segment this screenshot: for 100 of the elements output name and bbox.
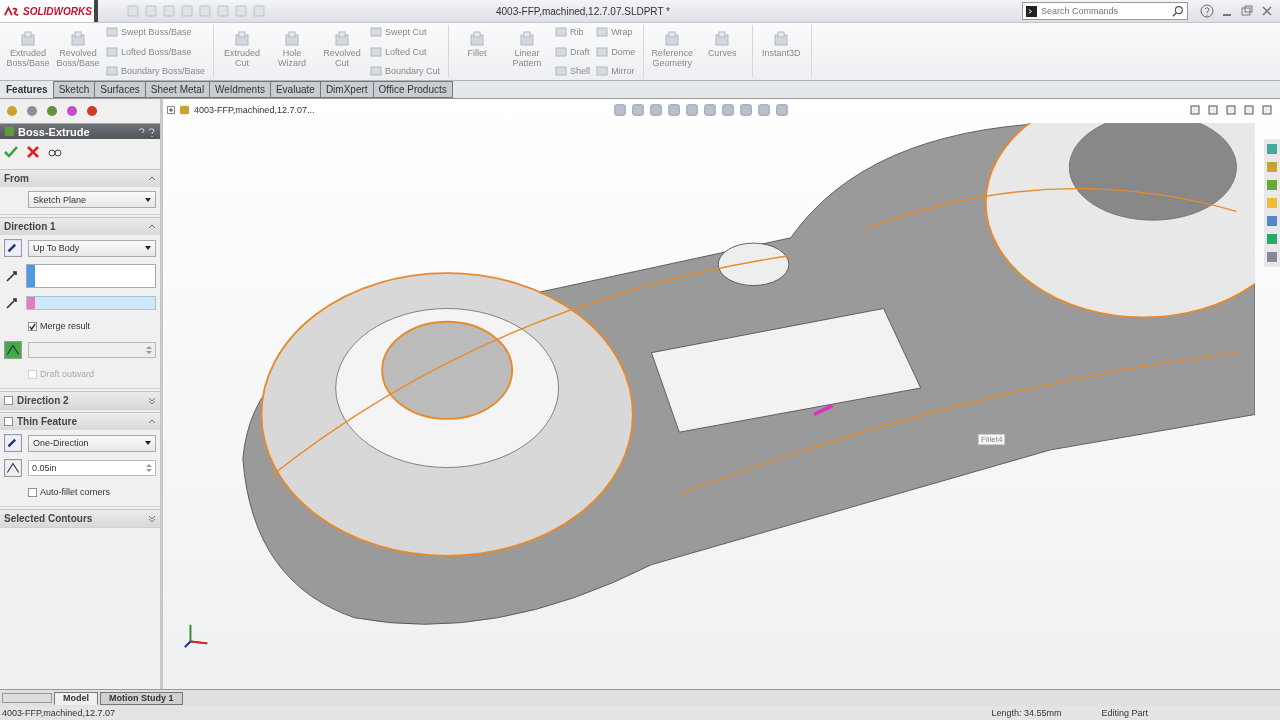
- checkbox[interactable]: [4, 396, 13, 405]
- selection-box[interactable]: [26, 296, 156, 310]
- feature-icon: [596, 26, 609, 38]
- feature-icon: [714, 31, 731, 47]
- ribbon-button[interactable]: Swept Cut: [368, 25, 443, 39]
- expand-icon[interactable]: [148, 514, 156, 523]
- model-tab[interactable]: Motion Study 1: [100, 691, 183, 705]
- checkbox-option[interactable]: Auto-fillet corners: [28, 487, 111, 497]
- help-icon[interactable]: [136, 125, 156, 138]
- part-icon: [178, 103, 191, 116]
- ribbon-button[interactable]: Shell: [553, 64, 593, 78]
- direction-icon[interactable]: [4, 434, 22, 452]
- collapse-icon[interactable]: [148, 174, 156, 183]
- collapse-icon[interactable]: [148, 417, 156, 426]
- task-pane-icon[interactable]: [1266, 233, 1278, 245]
- view-tool-icon[interactable]: [667, 103, 681, 117]
- expand-icon[interactable]: [167, 105, 175, 114]
- task-pane-icon[interactable]: [1266, 251, 1278, 263]
- ribbon-tab[interactable]: DimXpert: [319, 81, 374, 98]
- ribbon-tab[interactable]: Surfaces: [94, 81, 146, 98]
- ribbon-tab[interactable]: Evaluate: [269, 81, 321, 98]
- panel-tab-icon[interactable]: [4, 103, 20, 119]
- ribbon-button[interactable]: Lofted Boss/Base: [104, 44, 208, 59]
- caret-icon: [145, 246, 151, 250]
- task-pane-icon[interactable]: [1266, 215, 1278, 227]
- dropdown[interactable]: Up To Body: [28, 239, 156, 257]
- ribbon-button[interactable]: Revolved Boss/Base: [54, 25, 102, 78]
- ribbon-button[interactable]: Linear Pattern: [503, 25, 552, 78]
- view-tool-icon[interactable]: [775, 103, 789, 117]
- panel-tab-icon[interactable]: [24, 103, 40, 119]
- ribbon-button[interactable]: Lofted Cut: [368, 44, 443, 59]
- task-pane-icon[interactable]: [1266, 179, 1278, 191]
- ribbon-button[interactable]: Mirror: [594, 64, 638, 78]
- panel-tab-icon[interactable]: [44, 103, 60, 119]
- section-header[interactable]: Selected Contours: [0, 509, 160, 527]
- view-tool-icon[interactable]: [649, 103, 663, 117]
- direction-icon[interactable]: [4, 239, 22, 257]
- ribbon-button[interactable]: Wrap: [594, 25, 638, 39]
- task-pane-icon[interactable]: [1266, 143, 1278, 155]
- view-tool-icon[interactable]: [685, 103, 699, 117]
- ribbon-button[interactable]: Boundary Boss/Base: [104, 64, 208, 78]
- view-tool-icon[interactable]: [703, 103, 717, 117]
- expand-icon[interactable]: [148, 396, 156, 405]
- checkbox[interactable]: [4, 417, 13, 426]
- number-field[interactable]: 0.05in: [28, 460, 156, 476]
- section-header[interactable]: From: [0, 169, 160, 187]
- feature-icon: [234, 31, 251, 47]
- ribbon-button[interactable]: Dome: [594, 44, 638, 59]
- model-tab[interactable]: Model: [54, 691, 98, 705]
- ribbon-tab[interactable]: Sketch: [52, 81, 96, 98]
- feature-icon: [555, 45, 568, 58]
- ribbon-button[interactable]: Instant3D: [757, 25, 806, 78]
- search-icon[interactable]: [1172, 5, 1184, 17]
- search-field[interactable]: Search Commands: [1022, 2, 1188, 20]
- ribbon-button[interactable]: Fillet: [453, 25, 502, 78]
- checkbox[interactable]: [28, 487, 37, 497]
- view-tool-icon[interactable]: [721, 103, 735, 117]
- checkbox-option[interactable]: Merge result: [28, 321, 91, 331]
- dropdown[interactable]: One-Direction: [28, 434, 156, 452]
- feature-icon: [596, 65, 609, 77]
- task-pane-icon[interactable]: [1266, 197, 1278, 209]
- selection-box[interactable]: [26, 264, 156, 288]
- ribbon-button[interactable]: Revolved Cut: [318, 25, 367, 78]
- dropdown[interactable]: Sketch Plane: [28, 191, 156, 208]
- view-tool-icon[interactable]: [631, 103, 645, 117]
- ribbon-button[interactable]: Hole Wizard: [268, 25, 317, 78]
- restore-icon[interactable]: [1240, 4, 1254, 18]
- view-tool-icon[interactable]: [757, 103, 771, 117]
- close-icon[interactable]: [1260, 4, 1274, 18]
- ribbon-button[interactable]: Boundary Cut: [368, 64, 443, 78]
- tab-scroll-icon[interactable]: [2, 693, 52, 703]
- ribbon-button[interactable]: Extruded Cut: [218, 25, 267, 78]
- feature-icon: [20, 31, 36, 47]
- section-header[interactable]: Direction 2: [0, 391, 160, 409]
- ribbon-button[interactable]: Rib: [553, 25, 593, 39]
- ok-icon[interactable]: [4, 145, 18, 159]
- ribbon-button[interactable]: Curves: [698, 25, 747, 78]
- ribbon-button[interactable]: Draft: [553, 44, 593, 59]
- view-tool-icon[interactable]: [613, 103, 627, 117]
- app-logo[interactable]: SOLIDWORKS: [0, 0, 98, 22]
- checkbox[interactable]: [28, 321, 37, 331]
- ribbon-button[interactable]: Swept Boss/Base: [104, 25, 208, 39]
- panel-tab-icon[interactable]: [84, 103, 100, 119]
- ribbon-button[interactable]: Reference Geometry: [648, 25, 697, 78]
- window-title: 4003-FFP,machined,12.7.07.SLDPRT *: [496, 5, 670, 17]
- help-icon[interactable]: [1200, 4, 1214, 18]
- panel-tab-icon[interactable]: [64, 103, 80, 119]
- app-logo-text: SOLIDWORKS: [23, 5, 92, 17]
- section-header[interactable]: Thin Feature: [0, 412, 160, 430]
- tree-item[interactable]: 4003-FFP,machined,12.7.07...: [167, 103, 315, 116]
- ribbon-button[interactable]: Extruded Boss/Base: [4, 25, 52, 78]
- collapse-icon[interactable]: [148, 222, 156, 231]
- cancel-icon[interactable]: [26, 145, 40, 159]
- task-pane-icon[interactable]: [1266, 161, 1278, 173]
- ribbon-tab[interactable]: Weldments: [209, 81, 271, 98]
- view-tool-icon[interactable]: [739, 103, 753, 117]
- spinner-icon[interactable]: [146, 463, 152, 473]
- ribbon-tab[interactable]: Office Products: [372, 81, 453, 98]
- ribbon-tab[interactable]: Sheet Metal: [144, 81, 211, 98]
- section-header[interactable]: Direction 1: [0, 217, 160, 235]
